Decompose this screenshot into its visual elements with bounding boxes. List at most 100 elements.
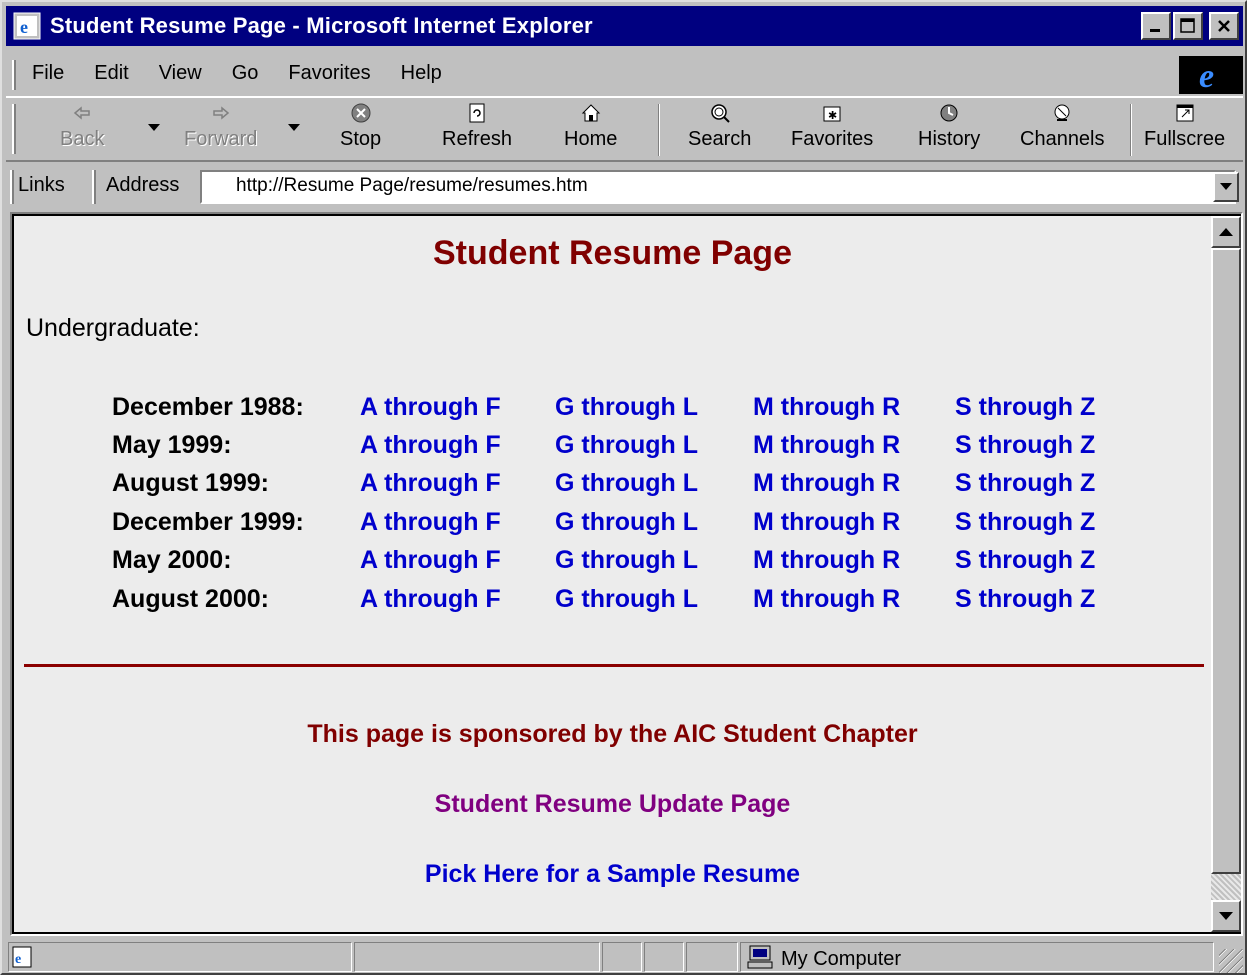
page-title: Student Resume Page — [433, 234, 792, 272]
link-s-through-z[interactable]: S through Z — [955, 546, 1125, 575]
horizontal-rule — [24, 664, 1204, 667]
menu-help[interactable]: Help — [401, 62, 442, 85]
link-s-through-z[interactable]: S through Z — [955, 393, 1125, 422]
search-label: Search — [688, 128, 752, 150]
menu-grip[interactable] — [12, 60, 16, 90]
favorites-icon: ✱ — [823, 106, 841, 122]
address-dropdown-button[interactable] — [1213, 172, 1239, 202]
link-m-through-r[interactable]: M through R — [753, 546, 955, 575]
refresh-button[interactable]: Refresh — [442, 102, 512, 151]
link-g-through-l[interactable]: G through L — [555, 546, 753, 575]
link-s-through-z[interactable]: S through Z — [955, 585, 1125, 614]
back-label: Back — [60, 128, 105, 150]
menu-file[interactable]: File — [32, 62, 64, 85]
search-icon — [710, 104, 730, 123]
link-s-through-z[interactable]: S through Z — [955, 508, 1125, 537]
address-input[interactable]: http://Resume Page/resume/resumes.htm — [200, 170, 1236, 204]
channels-button[interactable]: Channels — [1020, 102, 1105, 151]
fullscreen-label: Fullscree — [1144, 128, 1226, 150]
forward-button[interactable]: Forward — [184, 102, 257, 151]
menu-favorites[interactable]: Favorites — [288, 62, 370, 85]
stop-button[interactable]: Stop — [340, 102, 381, 151]
content-frame: Student Resume Page Undergraduate: Decem… — [10, 212, 1243, 936]
browser-window: e Student Resume Page - Microsoft Intern… — [0, 0, 1247, 975]
history-label: History — [918, 128, 981, 150]
back-button[interactable]: Back — [60, 102, 104, 151]
window-title: Student Resume Page - Microsoft Internet… — [50, 13, 593, 38]
resize-grip[interactable] — [1219, 949, 1243, 973]
table-row: August 1999: A through F G through L M t… — [112, 465, 1125, 503]
sample-resume-link[interactable]: Pick Here for a Sample Resume — [14, 860, 1211, 889]
scroll-down-button[interactable] — [1211, 900, 1241, 932]
chevron-down-icon — [1220, 183, 1232, 190]
standard-toolbar: Back Forward Stop Refresh Home Search ✱ … — [6, 96, 1243, 162]
link-g-through-l[interactable]: G through L — [555, 508, 753, 537]
link-m-through-r[interactable]: M through R — [753, 508, 955, 537]
link-m-through-r[interactable]: M through R — [753, 585, 955, 614]
links-button[interactable]: Links — [18, 174, 65, 197]
history-icon — [940, 104, 958, 122]
table-row: August 2000: A through F G through L M t… — [112, 580, 1125, 618]
toolbar-grip[interactable] — [12, 104, 16, 154]
ie-logo-icon: e — [1199, 58, 1214, 95]
maximize-button[interactable] — [1173, 12, 1203, 40]
favorites-label: Favorites — [791, 128, 874, 150]
graduation-date: August 1999: — [112, 469, 269, 498]
back-dropdown-arrow[interactable] — [148, 124, 160, 131]
arrow-up-icon — [1219, 228, 1233, 236]
scroll-track[interactable] — [1211, 874, 1241, 900]
link-m-through-r[interactable]: M through R — [753, 393, 955, 422]
channels-label: Channels — [1020, 128, 1105, 150]
forward-arrow-icon — [212, 106, 229, 120]
status-pane — [602, 942, 642, 972]
ie-throbber[interactable]: e — [1179, 56, 1243, 95]
close-button[interactable] — [1209, 12, 1239, 40]
page-content: Student Resume Page Undergraduate: Decem… — [14, 216, 1211, 932]
link-s-through-z[interactable]: S through Z — [955, 469, 1125, 498]
scroll-thumb[interactable] — [1211, 248, 1241, 874]
link-g-through-l[interactable]: G through L — [555, 431, 753, 460]
status-pane — [686, 942, 738, 972]
stop-icon — [351, 103, 371, 123]
menu-go[interactable]: Go — [232, 62, 259, 85]
menu-view[interactable]: View — [159, 62, 202, 85]
graduation-date: December 1999: — [112, 507, 304, 536]
graduation-date: December 1988: — [112, 392, 304, 421]
close-icon — [1218, 20, 1230, 32]
resume-update-link[interactable]: Student Resume Update Page — [14, 790, 1211, 819]
vertical-scrollbar[interactable] — [1211, 216, 1241, 932]
link-m-through-r[interactable]: M through R — [753, 469, 955, 498]
home-icon — [581, 104, 600, 122]
link-g-through-l[interactable]: G through L — [555, 469, 753, 498]
title-bar[interactable]: e Student Resume Page - Microsoft Intern… — [6, 6, 1243, 46]
link-a-through-f[interactable]: A through F — [360, 508, 555, 537]
link-s-through-z[interactable]: S through Z — [955, 431, 1125, 460]
scroll-up-button[interactable] — [1211, 216, 1241, 248]
link-m-through-r[interactable]: M through R — [753, 431, 955, 460]
link-a-through-f[interactable]: A through F — [360, 431, 555, 460]
link-a-through-f[interactable]: A through F — [360, 393, 555, 422]
address-grip[interactable] — [92, 170, 96, 204]
status-progress-pane — [354, 942, 600, 972]
link-a-through-f[interactable]: A through F — [360, 546, 555, 575]
forward-dropdown-arrow[interactable] — [288, 124, 300, 131]
table-row: December 1988: A through F G through L M… — [112, 388, 1125, 426]
ie-page-status-icon: e — [12, 946, 32, 968]
graduation-date: May 2000: — [112, 546, 232, 575]
channels-icon — [1054, 104, 1070, 121]
link-a-through-f[interactable]: A through F — [360, 585, 555, 614]
home-button[interactable]: Home — [564, 102, 617, 151]
minimize-button[interactable] — [1141, 12, 1171, 40]
menu-edit[interactable]: Edit — [94, 62, 128, 85]
fullscreen-button[interactable]: Fullscree — [1144, 102, 1225, 151]
link-a-through-f[interactable]: A through F — [360, 469, 555, 498]
link-g-through-l[interactable]: G through L — [555, 393, 753, 422]
back-arrow-icon — [74, 106, 90, 120]
favorites-button[interactable]: ✱ Favorites — [791, 102, 873, 151]
link-g-through-l[interactable]: G through L — [555, 585, 753, 614]
toolbar-separator — [658, 104, 660, 156]
search-button[interactable]: Search — [688, 102, 751, 151]
history-button[interactable]: History — [918, 102, 980, 151]
links-grip[interactable] — [10, 170, 14, 204]
address-bar: Links Address http://Resume Page/resume/… — [6, 166, 1243, 208]
